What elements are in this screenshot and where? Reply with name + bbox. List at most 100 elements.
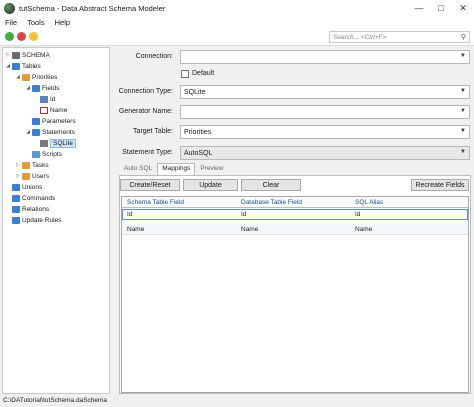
tab-mappings[interactable]: Mappings (157, 163, 196, 175)
statement-type-label: Statement Type: (122, 149, 173, 156)
tree-item-statements[interactable]: ◢ Statements (25, 127, 75, 137)
update-button[interactable]: Update (183, 179, 238, 191)
generator-name-combo[interactable]: ▼ (180, 105, 470, 119)
table-cell[interactable]: Name (124, 224, 144, 235)
tree-label: SCHEMA (22, 51, 50, 59)
table-cell[interactable]: Name (352, 224, 372, 235)
column-header-sql-alias[interactable]: SQL Alias (352, 197, 464, 208)
menu-help[interactable]: Help (50, 18, 75, 27)
tree-item-users[interactable]: ▷ Users (15, 171, 49, 181)
connection-type-combo[interactable]: SQLite ▼ (180, 85, 470, 99)
tab-auto-sql[interactable]: Auto SQL (119, 163, 157, 175)
tree-item-fields[interactable]: ◢ Fields (25, 83, 59, 93)
clear-button[interactable]: Clear (241, 179, 301, 191)
table-icon (22, 172, 30, 180)
chevron-down-icon[interactable]: ▼ (460, 88, 466, 94)
tree-label: Relations (22, 205, 50, 213)
tab-strip: Auto SQL Mappings Preview (119, 163, 229, 175)
expand-icon[interactable]: ▷ (15, 162, 21, 168)
tree-label: Update Rules (22, 216, 62, 224)
tree-label: Id (50, 95, 56, 103)
tree-item-relations[interactable]: Relations (11, 204, 49, 214)
chevron-down-icon[interactable]: ▼ (460, 128, 466, 134)
chevron-down-icon[interactable]: ▼ (460, 53, 466, 59)
tree-label: Scripts (42, 150, 62, 158)
default-checkbox[interactable] (181, 70, 189, 78)
tree-item-parameters[interactable]: Parameters (31, 116, 76, 126)
close-icon[interactable]: ✕ (452, 0, 474, 16)
tree-label: Statements (42, 128, 75, 136)
tab-preview[interactable]: Preview (195, 163, 228, 175)
target-table-label: Target Table: (133, 128, 173, 135)
tree-item-tables[interactable]: ◢ Tables (5, 61, 41, 71)
minimize-icon[interactable]: — (408, 0, 430, 16)
tree-label: Fields (42, 84, 60, 92)
tree-item-unions[interactable]: Unions (11, 182, 42, 192)
collapse-icon[interactable]: ◢ (25, 129, 31, 135)
tree-label: Commands (22, 194, 56, 202)
column-header-database-field[interactable]: Database Table Field (238, 197, 350, 208)
menu-tools[interactable]: Tools (22, 18, 50, 27)
mappings-grid[interactable]: Schema Table Field Database Table Field … (121, 196, 469, 393)
tree-item-update-rules[interactable]: Update Rules (11, 215, 61, 225)
collapse-icon[interactable]: ◢ (15, 74, 21, 80)
table-cell[interactable]: Id (124, 209, 132, 220)
collapse-icon[interactable]: ◢ (25, 85, 31, 91)
remove-icon[interactable] (17, 32, 26, 41)
connection-type-label: Connection Type: (118, 88, 173, 95)
menu-bar: File Tools Help (0, 16, 474, 29)
database-icon (12, 51, 20, 59)
script-icon (32, 150, 40, 158)
table-cell[interactable]: Id (238, 209, 246, 220)
expand-icon[interactable]: ▷ (15, 173, 21, 179)
connection-label: Connection: (135, 53, 173, 60)
tree-label: Unions (22, 183, 43, 191)
window-title: tutSchema - Data Abstract Schema Modeler (19, 3, 166, 13)
chevron-down-icon[interactable]: ▼ (460, 108, 466, 114)
create-reset-button[interactable]: Create/Reset (120, 179, 180, 191)
search-input[interactable]: Search... <Ctrl+F> ⚲ (329, 31, 470, 43)
table-icon (22, 161, 30, 169)
table-cell[interactable]: Name (238, 224, 258, 235)
lightbulb-icon[interactable] (29, 32, 38, 41)
chevron-down-icon[interactable]: ▼ (460, 149, 466, 155)
tree-item-sqlite[interactable]: SQLite (39, 138, 76, 148)
column-header-schema-field[interactable]: Schema Table Field (124, 197, 236, 208)
schema-tree[interactable]: ▷ SCHEMA ◢ Tables ◢ Priorities ◢ Fields … (2, 47, 110, 394)
tree-item-field-name[interactable]: Name (39, 105, 67, 115)
expand-icon[interactable]: ▷ (5, 52, 11, 58)
tree-item-field-id[interactable]: Id (39, 94, 55, 104)
collapse-icon[interactable]: ◢ (5, 63, 11, 69)
tree-item-scripts[interactable]: Scripts (31, 149, 62, 159)
recreate-fields-button[interactable]: Recreate Fields (411, 179, 469, 191)
table-row[interactable]: Name Name Name (122, 224, 468, 235)
grid-header: Schema Table Field Database Table Field … (122, 197, 468, 208)
table-cell[interactable]: Id (352, 209, 360, 220)
maximize-icon[interactable]: □ (430, 0, 452, 16)
folder-icon (12, 183, 20, 191)
search-icon[interactable]: ⚲ (461, 33, 466, 41)
target-table-combo[interactable]: Priorities ▼ (180, 125, 470, 139)
connection-type-value: SQLite (184, 88, 206, 96)
connection-combo[interactable]: ▼ (180, 50, 470, 64)
folder-icon (12, 216, 20, 224)
tree-item-schema[interactable]: ▷ SCHEMA (5, 50, 50, 60)
default-label: Default (192, 70, 215, 77)
tree-item-commands[interactable]: Commands (11, 193, 55, 203)
add-icon[interactable] (5, 32, 14, 41)
status-file-path: C:\DATutorial\tutSchema.daSchema (3, 397, 108, 404)
field-icon (40, 106, 48, 114)
tree-label: Tables (22, 62, 41, 70)
tree-item-tasks[interactable]: ▷ Tasks (15, 160, 49, 170)
tree-label: Name (50, 106, 68, 114)
folder-icon (12, 194, 20, 202)
statement-icon (40, 139, 48, 147)
folder-icon (12, 205, 20, 213)
statement-type-combo[interactable]: AutoSQL ▼ (180, 146, 470, 160)
generator-name-label: Generator Name: (118, 108, 173, 115)
statement-type-value: AutoSQL (184, 149, 213, 157)
tree-item-priorities[interactable]: ◢ Priorities (15, 72, 57, 82)
table-row[interactable]: Id Id Id (122, 209, 468, 220)
status-bar: C:\DATutorial\tutSchema.daSchema (0, 394, 474, 407)
menu-file[interactable]: File (0, 18, 22, 27)
